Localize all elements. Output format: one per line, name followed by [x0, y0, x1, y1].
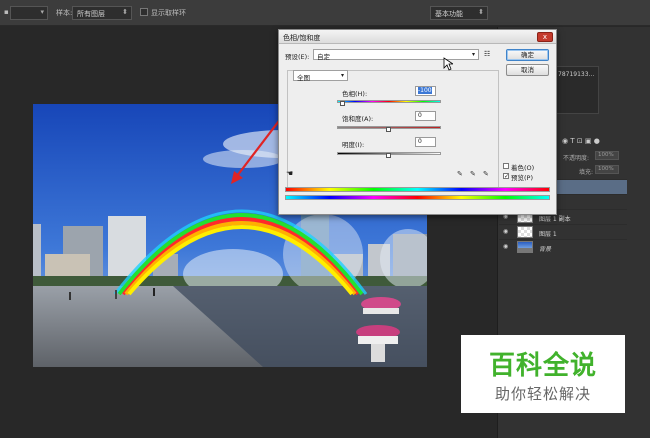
layer-filter-icons[interactable]: ◉ T ⊡ ▣ ●	[562, 137, 642, 147]
preset-options-icon[interactable]: ☷	[484, 50, 490, 58]
targeted-adjust-icon[interactable]: ☚	[286, 169, 293, 178]
close-icon: x	[542, 33, 548, 41]
preset-label: 预设(E):	[285, 53, 310, 61]
hue-saturation-dialog: 色相/饱和度 x 预设(E): 自定 ▾ ☷ 确定 取消 全图 ▾ 色相(H): -…	[278, 29, 557, 215]
dialog-title: 色相/饱和度	[283, 34, 321, 42]
fill-field[interactable]: 100%	[595, 165, 619, 174]
cancel-button[interactable]: 取消	[506, 64, 549, 76]
channel-select-value: 全图	[297, 74, 310, 82]
colorize-label: 着色(O)	[511, 164, 535, 172]
layer-name: 图层 1	[539, 231, 557, 238]
hue-label: 色相(H):	[342, 90, 368, 98]
layer-name: 背景	[539, 246, 552, 253]
dialog-titlebar[interactable]: 色相/饱和度 x	[279, 30, 556, 44]
eye-icon[interactable]: ◉	[503, 228, 511, 236]
truncated-value: 78719133...	[558, 71, 595, 78]
watermark-main-text: 百科全说	[488, 351, 597, 381]
mouse-cursor-icon	[443, 57, 453, 71]
saturation-slider-knob[interactable]	[386, 127, 391, 132]
close-button[interactable]: x	[537, 32, 553, 42]
eyedropper-icon[interactable]: ✎	[457, 170, 465, 178]
layer-row[interactable]: ◉ 图层 1	[499, 224, 627, 239]
chevron-down-icon: ▾	[340, 72, 344, 79]
preset-select[interactable]: 自定 ▾	[313, 49, 479, 61]
eyedropper-plus-icon[interactable]: ✎	[470, 170, 478, 178]
preset-select-value: 自定	[317, 53, 330, 61]
eye-icon[interactable]: ◉	[503, 243, 511, 251]
saturation-label: 饱和度(A):	[342, 115, 374, 123]
layer-thumbnail	[517, 241, 533, 253]
source-color-bar	[285, 187, 550, 192]
ok-button[interactable]: 确定	[506, 49, 549, 61]
lightness-label: 明度(I):	[342, 141, 365, 149]
preview-label: 预览(P)	[511, 174, 533, 182]
channel-select[interactable]: 全图 ▾	[293, 70, 348, 82]
colorize-checkbox[interactable]	[503, 163, 509, 169]
result-color-bar	[285, 195, 550, 200]
saturation-input[interactable]: 0	[415, 111, 436, 121]
watermark-sub-text: 助你轻松解决	[494, 385, 591, 403]
fill-label: 填充:	[579, 169, 594, 176]
opacity-field[interactable]: 100%	[595, 151, 619, 160]
hue-slider[interactable]	[337, 100, 441, 103]
lightness-input[interactable]: 0	[415, 137, 436, 147]
eyedropper-minus-icon[interactable]: ✎	[483, 170, 491, 178]
layer-name: 图层 1 副本	[539, 216, 571, 223]
info-panel: 78719133...	[555, 66, 599, 114]
hue-input[interactable]: -100	[415, 86, 436, 96]
layer-thumbnail	[517, 226, 533, 238]
lightness-slider-knob[interactable]	[386, 153, 391, 158]
layer-row[interactable]: ◉ 背景	[499, 239, 627, 254]
watermark-logo: 百科全说 助你轻松解决	[461, 335, 625, 413]
adjustment-group	[287, 70, 499, 191]
hue-slider-knob[interactable]	[339, 101, 345, 106]
preview-checkbox[interactable]: ✓	[503, 173, 509, 180]
opacity-label: 不透明度:	[563, 155, 590, 162]
chevron-down-icon: ▾	[471, 51, 475, 58]
